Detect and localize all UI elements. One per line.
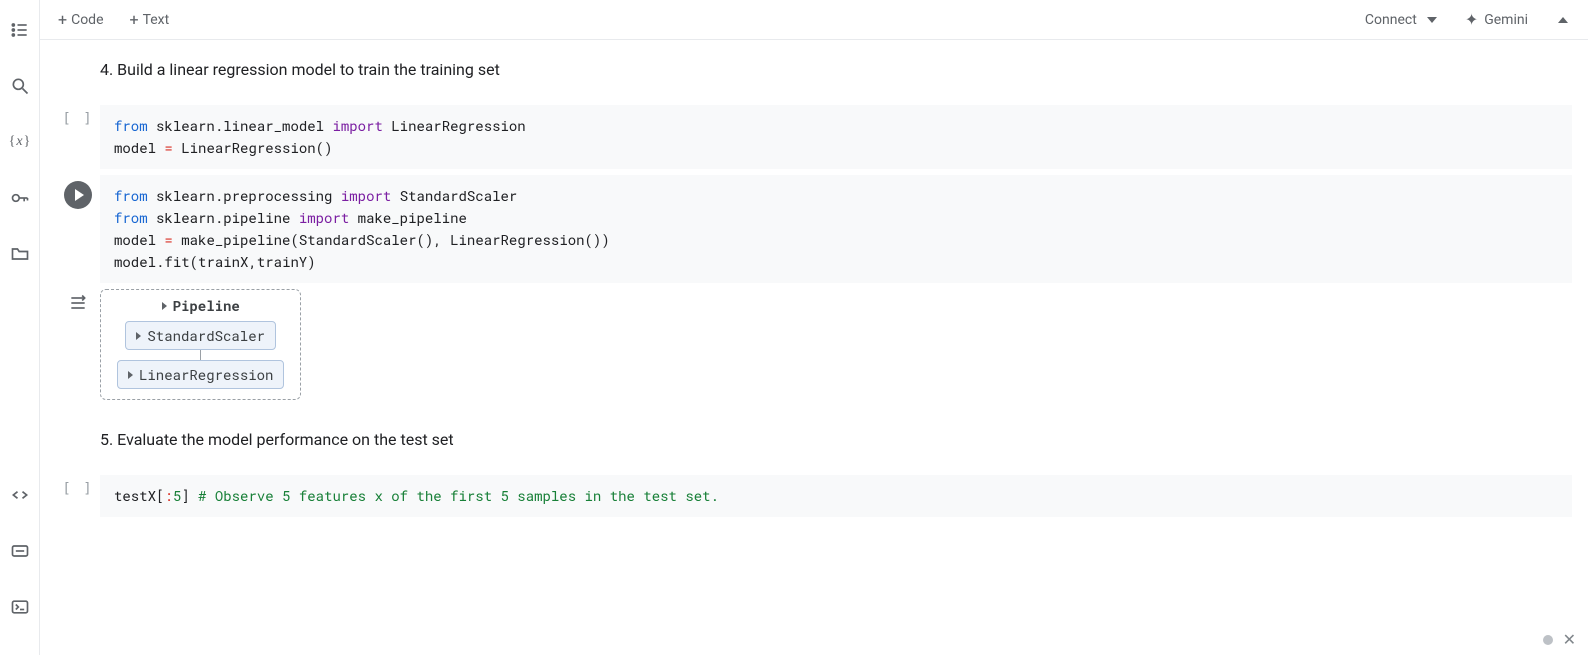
run-cell-button[interactable] [64, 181, 92, 209]
sparkle-icon: ✦ [1465, 10, 1478, 29]
connect-label: Connect [1365, 12, 1417, 28]
code-cell[interactable]: [ ] from sklearn.linear_model import Lin… [56, 105, 1572, 169]
code-editor[interactable]: testX[:5] # Observe 5 features x of the … [100, 475, 1572, 517]
pipeline-title: Pipeline [173, 296, 240, 315]
pipeline-title-row[interactable]: Pipeline [162, 296, 240, 315]
plus-icon: + [130, 12, 139, 28]
plus-icon: + [58, 12, 67, 28]
add-text-button[interactable]: + Text [120, 6, 180, 34]
status-dot-icon [1543, 635, 1553, 645]
pipeline-stage[interactable]: LinearRegression [117, 360, 284, 389]
pipeline-connector [200, 350, 201, 360]
files-icon[interactable] [0, 234, 40, 274]
code-snippets-icon[interactable] [0, 475, 40, 515]
code-cell-active[interactable]: from sklearn.preprocessing import Standa… [56, 175, 1572, 283]
close-icon[interactable]: ✕ [1563, 630, 1576, 649]
code-editor[interactable]: from sklearn.linear_model import LinearR… [100, 105, 1572, 169]
secrets-icon[interactable] [0, 178, 40, 218]
caret-down-icon [1427, 17, 1437, 23]
add-text-label: Text [143, 12, 170, 28]
cell-gutter[interactable] [56, 175, 100, 283]
caret-up-icon [1558, 17, 1568, 23]
toolbar: + Code + Text Connect ✦ Gemini [0, 0, 1588, 40]
gemini-label: Gemini [1484, 12, 1528, 28]
expand-triangle-icon [128, 371, 133, 379]
markdown-heading-4: 4. Build a linear regression model to tr… [56, 40, 1572, 99]
add-code-label: Code [71, 12, 103, 28]
notebook-main[interactable]: 4. Build a linear regression model to tr… [40, 40, 1588, 655]
left-rail: x [0, 0, 40, 655]
output-settings-icon[interactable] [68, 293, 88, 313]
status-footer: ✕ [1543, 630, 1576, 649]
connect-button[interactable]: Connect [1355, 6, 1447, 34]
code-cell[interactable]: [ ] testX[:5] # Observe 5 features x of … [56, 475, 1572, 517]
pipeline-stage[interactable]: StandardScaler [125, 321, 276, 350]
toc-icon[interactable] [0, 10, 40, 50]
pipeline-stage-label: LinearRegression [139, 365, 273, 384]
pipeline-diagram[interactable]: Pipeline StandardScaler LinearRegression [100, 289, 301, 400]
markdown-heading-5: 5. Evaluate the model performance on the… [56, 410, 1572, 469]
collapse-header-button[interactable] [1546, 11, 1580, 29]
add-code-button[interactable]: + Code [48, 6, 114, 34]
terminal-icon[interactable] [0, 587, 40, 627]
cell-gutter[interactable]: [ ] [56, 105, 100, 169]
pipeline-stage-label: StandardScaler [147, 326, 265, 345]
code-editor[interactable]: from sklearn.preprocessing import Standa… [100, 175, 1572, 283]
variables-icon[interactable]: x [0, 122, 40, 162]
cell-gutter[interactable]: [ ] [56, 475, 100, 517]
expand-triangle-icon [162, 302, 167, 310]
cell-output: Pipeline StandardScaler LinearRegression [56, 289, 1572, 400]
command-palette-icon[interactable] [0, 531, 40, 571]
gemini-button[interactable]: ✦ Gemini [1453, 4, 1540, 35]
expand-triangle-icon [136, 332, 141, 340]
play-icon [75, 189, 84, 201]
search-icon[interactable] [0, 66, 40, 106]
